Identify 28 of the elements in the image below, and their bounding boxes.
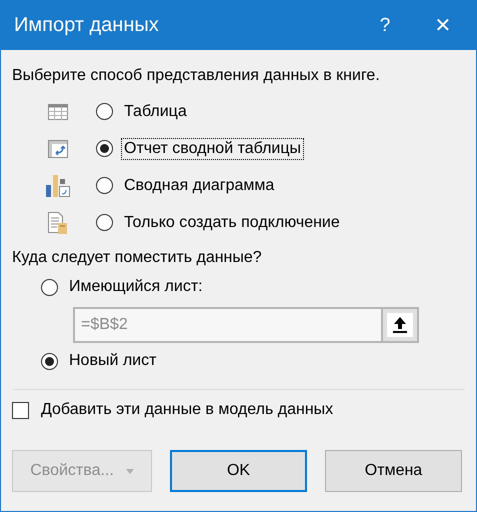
dialog-button[interactable]: Отмена: [325, 450, 462, 492]
caret-icon: [126, 468, 134, 474]
window-title: Импорт данных: [13, 14, 160, 37]
table-icon: [48, 104, 68, 120]
radio-button[interactable]: [96, 177, 113, 194]
radio-label: Только создать подключение: [123, 212, 341, 232]
help-button[interactable]: ?: [356, 1, 414, 50]
document-icon: [48, 212, 68, 234]
radio-label: Сводная диаграмма: [123, 176, 276, 196]
section-label: Куда следует поместить данные?: [12, 248, 263, 268]
checkbox[interactable]: [12, 402, 29, 418]
radio-button[interactable]: [96, 214, 113, 231]
pivot-table-icon: [48, 140, 68, 158]
radio-button[interactable]: [41, 352, 58, 370]
close-button[interactable]: ✕: [414, 1, 472, 50]
radio-button[interactable]: [41, 278, 58, 296]
pivot-chart-icon: [46, 174, 70, 196]
radio-button[interactable]: [96, 103, 113, 120]
section-label: Выберите способ представления данных в книге.: [12, 66, 381, 86]
radio-button[interactable]: [96, 140, 113, 157]
dialog-button[interactable]: OK: [170, 450, 307, 492]
radio-label: Новый лист: [68, 351, 158, 371]
upload-arrow-icon: [393, 317, 407, 333]
radio-label: Таблица: [123, 102, 188, 122]
checkbox-label: Добавить эти данные в модель данных: [40, 400, 334, 420]
radio-label: Имеющийся лист:: [68, 277, 204, 297]
collapse-button[interactable]: [381, 307, 419, 343]
radio-label: Отчет сводной таблицы: [121, 138, 304, 160]
